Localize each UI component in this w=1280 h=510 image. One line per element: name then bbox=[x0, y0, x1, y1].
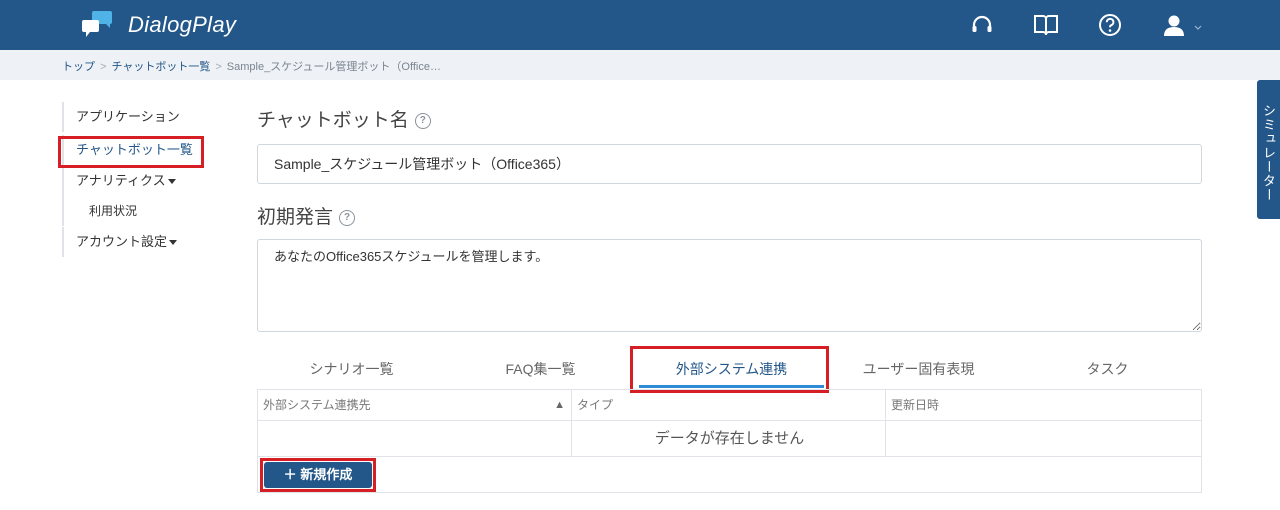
chatbot-name-label: チャットボット名 bbox=[257, 110, 409, 131]
tab-external-system[interactable]: 外部システム連携 bbox=[639, 350, 824, 388]
empty-message: データが存在しません bbox=[654, 430, 805, 447]
book-icon[interactable] bbox=[1033, 12, 1059, 38]
help-icon[interactable]: ? bbox=[414, 112, 431, 129]
sidebar-item-label: アプリケーション bbox=[76, 109, 180, 124]
help-circle-icon[interactable] bbox=[1097, 12, 1123, 38]
plus-icon: ＋ bbox=[283, 467, 297, 482]
breadcrumb-current: Sample_スケジュール管理ボット（Office… bbox=[226, 61, 441, 73]
sort-ascending-icon[interactable]: ▲ bbox=[554, 390, 565, 421]
simulator-tab[interactable]: シミュレーター bbox=[1257, 80, 1280, 219]
greeting-textarea[interactable]: あなたのOffice365スケジュールを管理します。 bbox=[257, 239, 1202, 332]
caret-down-icon bbox=[167, 179, 176, 185]
tab-tasks[interactable]: タスク bbox=[1013, 350, 1202, 388]
column-header-destination[interactable]: 外部システム連携先 ▲ bbox=[258, 390, 572, 421]
brand-name[interactable]: DialogPlay bbox=[128, 12, 236, 38]
new-create-button[interactable]: ＋ 新規作成 bbox=[264, 462, 372, 488]
sidebar-item-chatbot-list[interactable]: チャットボット一覧 bbox=[62, 135, 193, 165]
sidebar-item-label: チャットボット一覧 bbox=[76, 142, 193, 157]
breadcrumb-separator: > bbox=[215, 61, 222, 73]
breadcrumb-chatbot-list[interactable]: チャットボット一覧 bbox=[111, 61, 210, 73]
greeting-label: 初期発言 bbox=[257, 207, 334, 228]
app-header: DialogPlay bbox=[0, 0, 1280, 50]
simulator-label: シミュレーター bbox=[1261, 104, 1276, 202]
tab-user-entities[interactable]: ユーザー固有表現 bbox=[824, 350, 1013, 388]
tab-bar: シナリオ一覧 FAQ集一覧 外部システム連携 ユーザー固有表現 タスク bbox=[257, 350, 1202, 388]
breadcrumb-bar: トップ > チャットボット一覧 > Sample_スケジュール管理ボット（Office… bbox=[0, 50, 1280, 80]
breadcrumb: トップ > チャットボット一覧 > Sample_スケジュール管理ボット（Office… bbox=[62, 58, 441, 74]
tab-scenario-list[interactable]: シナリオ一覧 bbox=[257, 350, 446, 388]
new-create-label: 新規作成 bbox=[300, 467, 353, 482]
sidebar-item-label: アカウント設定 bbox=[76, 234, 168, 249]
chatbot-name-input[interactable] bbox=[257, 144, 1202, 184]
column-header-type[interactable]: タイプ bbox=[572, 390, 886, 421]
sidebar-item-label: アナリティクス bbox=[76, 173, 166, 188]
tab-faq-list[interactable]: FAQ集一覧 bbox=[446, 350, 635, 388]
sidebar-item-applications[interactable]: アプリケーション bbox=[62, 102, 180, 132]
sidebar-item-usage[interactable]: 利用状況 bbox=[62, 196, 137, 226]
user-icon[interactable] bbox=[1161, 12, 1187, 38]
sidebar-item-account-settings[interactable]: アカウント設定 bbox=[62, 227, 178, 257]
column-header-updated[interactable]: 更新日時 bbox=[886, 390, 1201, 421]
column-header-label: 外部システム連携先 bbox=[263, 398, 371, 412]
help-icon[interactable]: ? bbox=[339, 209, 356, 226]
greeting-heading: 初期発言? bbox=[257, 202, 356, 229]
external-systems-table: 外部システム連携先 ▲ タイプ 更新日時 データが存在しません bbox=[257, 389, 1202, 493]
breadcrumb-separator: > bbox=[100, 61, 107, 73]
sidebar-item-analytics[interactable]: アナリティクス bbox=[62, 166, 176, 196]
headset-icon[interactable] bbox=[969, 12, 995, 38]
sidebar-item-label: 利用状況 bbox=[89, 204, 138, 218]
chat-bubbles-logo-icon bbox=[82, 11, 118, 39]
breadcrumb-top[interactable]: トップ bbox=[62, 61, 95, 73]
chevron-down-icon[interactable] bbox=[1193, 18, 1203, 30]
caret-down-icon bbox=[169, 240, 178, 246]
chatbot-name-heading: チャットボット名? bbox=[257, 105, 431, 132]
table-row-empty: データが存在しません bbox=[258, 421, 1201, 457]
